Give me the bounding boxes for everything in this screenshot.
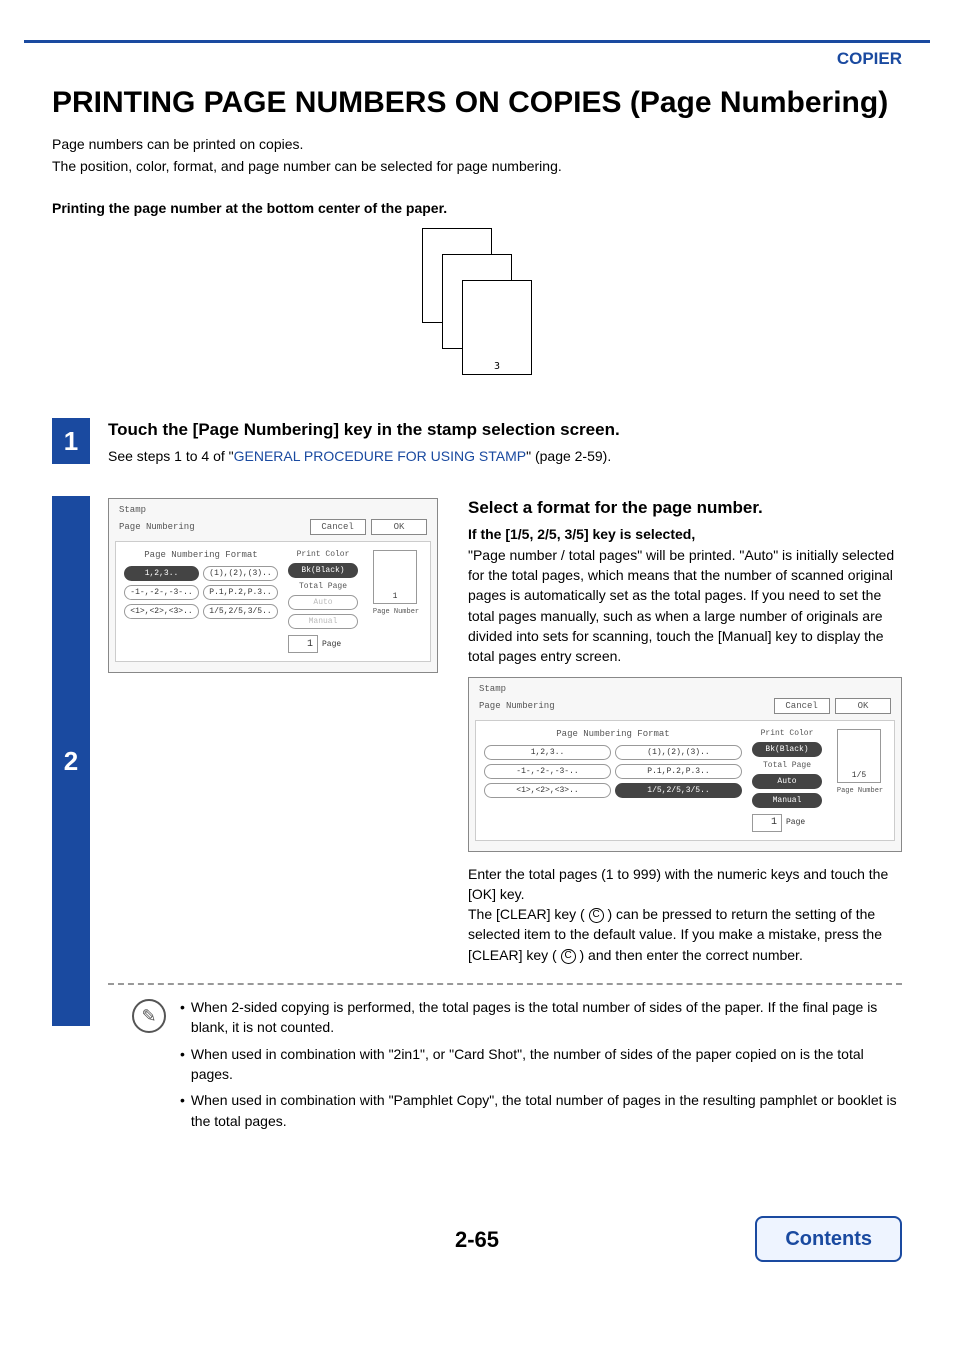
tp2-page-number-label: Page Number: [835, 787, 883, 795]
tp1-auto-button[interactable]: Auto: [288, 595, 358, 610]
tp2-page-numbering-label: Page Numbering: [479, 701, 555, 711]
tp1-page-number-value: 1: [288, 635, 318, 653]
step-2-para2: Enter the total pages (1 to 999) with th…: [468, 864, 902, 965]
section-label: COPIER: [837, 49, 902, 68]
step-1-number: 1: [52, 418, 90, 464]
tp2-format-paren[interactable]: (1),(2),(3)..: [615, 745, 742, 760]
tp2-auto-button[interactable]: Auto: [752, 774, 822, 789]
tp2-cancel-button[interactable]: Cancel: [774, 698, 830, 714]
tp1-preview: 1: [373, 550, 417, 604]
tp1-total-page-label: Total Page: [288, 582, 358, 591]
clear-key-icon-2: C: [561, 949, 576, 964]
tp2-format-123[interactable]: 1,2,3..: [484, 745, 611, 760]
stamp-procedure-link[interactable]: GENERAL PROCEDURE FOR USING STAMP: [234, 448, 526, 464]
page-number: 2-65: [212, 1227, 742, 1253]
tp1-ok-button[interactable]: OK: [371, 519, 427, 535]
tp1-format-123[interactable]: 1,2,3..: [124, 566, 199, 581]
tp2-format-angle[interactable]: <1>,<2>,<3>..: [484, 783, 611, 798]
note-bullet-2: When used in combination with "2in1", or…: [191, 1044, 902, 1085]
tp2-preview: 1/5: [837, 729, 881, 783]
tp2-stamp-label: Stamp: [475, 682, 895, 698]
tp2-ok-button[interactable]: OK: [835, 698, 891, 714]
tp2-bk-button[interactable]: Bk(Black): [752, 742, 822, 757]
step-2-para2b: The [CLEAR] key (: [468, 906, 585, 922]
step-2-title: Select a format for the page number.: [468, 498, 902, 518]
tp2-format-dash[interactable]: -1-,-2-,-3-..: [484, 764, 611, 779]
sheet-3-label: 3: [494, 361, 500, 372]
step-1-text-a: See steps 1 to 4 of ": [108, 448, 234, 464]
step-1-text: See steps 1 to 4 of "GENERAL PROCEDURE F…: [108, 446, 902, 466]
step-2-para1: "Page number / total pages" will be prin…: [468, 545, 902, 667]
tp1-cancel-button[interactable]: Cancel: [310, 519, 366, 535]
stacked-pages-illustration: 1 2 3: [52, 228, 902, 388]
contents-button[interactable]: Contents: [755, 1216, 902, 1262]
tp1-format-paren[interactable]: (1),(2),(3)..: [203, 566, 278, 581]
intro-line-2: The position, color, format, and page nu…: [52, 157, 902, 177]
example-subhead: Printing the page number at the bottom c…: [52, 200, 902, 216]
tp2-page-number-value: 1: [752, 814, 782, 832]
step-2-number: 2: [52, 496, 90, 1026]
note-bullet-3: When used in combination with "Pamphlet …: [191, 1090, 902, 1131]
step-2-lead: If the [1/5, 2/5, 3/5] key is selected,: [468, 524, 902, 544]
tp1-format-dash[interactable]: -1-,-2-,-3-..: [124, 585, 199, 600]
tp2-format-fraction[interactable]: 1/5,2/5,3/5..: [615, 783, 742, 798]
note-bullet-1: When 2-sided copying is performed, the t…: [191, 997, 902, 1038]
tp1-manual-button[interactable]: Manual: [288, 614, 358, 629]
touch-panel-1: Stamp Page Numbering Cancel OK Page Numb…: [108, 498, 438, 673]
tp2-page-label: Page: [786, 818, 805, 827]
tp1-format-angle[interactable]: <1>,<2>,<3>..: [124, 604, 199, 619]
tp2-format-title: Page Numbering Format: [484, 729, 742, 739]
tp1-format-title: Page Numbering Format: [124, 550, 278, 560]
tp1-print-color-label: Print Color: [288, 550, 358, 559]
tp1-stamp-label: Stamp: [115, 503, 431, 519]
tp2-print-color-label: Print Color: [752, 729, 822, 738]
tp1-page-label: Page: [322, 640, 341, 649]
intro-line-1: Page numbers can be printed on copies.: [52, 135, 902, 155]
tp2-manual-button[interactable]: Manual: [752, 793, 822, 808]
step-1-text-b: " (page 2-59).: [526, 448, 611, 464]
tp2-total-page-label: Total Page: [752, 761, 822, 770]
touch-panel-2: Stamp Page Numbering Cancel OK Page Numb…: [468, 677, 902, 852]
tp1-page-number-label: Page Number: [371, 608, 419, 616]
step-2-para2a: Enter the total pages (1 to 999) with th…: [468, 864, 902, 905]
step-1-title: Touch the [Page Numbering] key in the st…: [108, 420, 902, 440]
tp1-format-fraction[interactable]: 1/5,2/5,3/5..: [203, 604, 278, 619]
tp1-page-numbering-label: Page Numbering: [119, 522, 195, 532]
tp2-format-p[interactable]: P.1,P.2,P.3..: [615, 764, 742, 779]
step-2-para2d: ) and then enter the correct number.: [579, 947, 802, 963]
tp1-bk-button[interactable]: Bk(Black): [288, 563, 358, 578]
page-title: PRINTING PAGE NUMBERS ON COPIES (Page Nu…: [52, 85, 902, 121]
tp1-format-p[interactable]: P.1,P.2,P.3..: [203, 585, 278, 600]
note-icon: ✎: [132, 999, 166, 1033]
clear-key-icon: C: [589, 908, 604, 923]
